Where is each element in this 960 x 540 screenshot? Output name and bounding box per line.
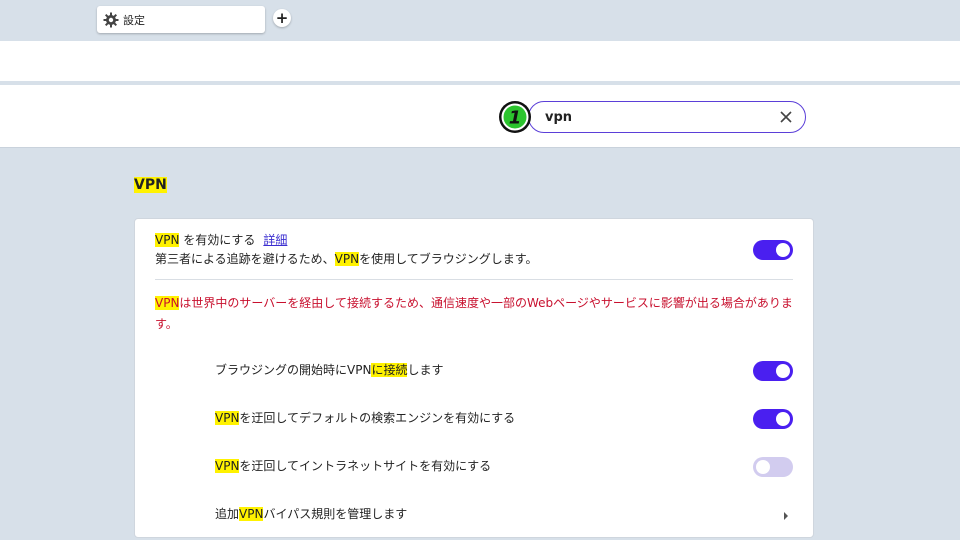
bypass-intranet-toggle[interactable] — [753, 457, 793, 477]
vpn-enable-description: 第三者による追跡を避けるため、VPNを使用してブラウジングします。 — [155, 252, 538, 266]
vpn-enable-row: VPN を有効にする 詳細 第三者による追跡を避けるため、VPNを使用してブラウジ… — [155, 231, 795, 269]
option-bypass-search-label: VPNを迂回してデフォルトの検索エンジンを有効にする — [215, 411, 516, 425]
search-input[interactable] — [545, 109, 765, 125]
tab-settings[interactable]: 設定 — [97, 6, 265, 33]
divider — [155, 279, 793, 280]
option-bypass-intranet-label: VPNを迂回してイントラネットサイトを有効にする — [215, 459, 492, 473]
bypass-search-toggle[interactable] — [753, 409, 793, 429]
settings-header — [0, 85, 960, 148]
vpn-warning-text: VPNは世界中のサーバーを経由して接続するため、通信速度や一部のWebページやサ… — [155, 296, 793, 331]
section-title: VPN — [134, 177, 167, 193]
chevron-right-icon[interactable] — [781, 507, 791, 520]
manage-bypass-rules-link[interactable]: 追加VPNバイパス規則を管理します — [215, 505, 407, 523]
vpn-enable-label: VPN を有効にする 詳細 — [155, 233, 288, 247]
connect-on-start-toggle[interactable] — [753, 361, 793, 381]
close-icon[interactable] — [777, 108, 795, 126]
tab-strip: 設定 + — [0, 0, 960, 41]
vpn-enable-toggle[interactable] — [753, 240, 793, 260]
gear-icon — [103, 12, 119, 28]
tab-title: 設定 — [123, 13, 145, 27]
step-badge-1: 1 — [498, 100, 532, 134]
vpn-settings-card: VPN を有効にする 詳細 第三者による追跡を避けるため、VPNを使用してブラウジ… — [134, 218, 814, 538]
new-tab-button[interactable]: + — [273, 9, 291, 27]
svg-text:1: 1 — [509, 108, 522, 129]
option-connect-on-start-label: ブラウジングの開始時にVPNに接続します — [215, 363, 444, 377]
address-toolbar — [0, 41, 960, 81]
settings-search[interactable] — [528, 101, 806, 133]
details-link[interactable]: 詳細 — [263, 233, 287, 247]
